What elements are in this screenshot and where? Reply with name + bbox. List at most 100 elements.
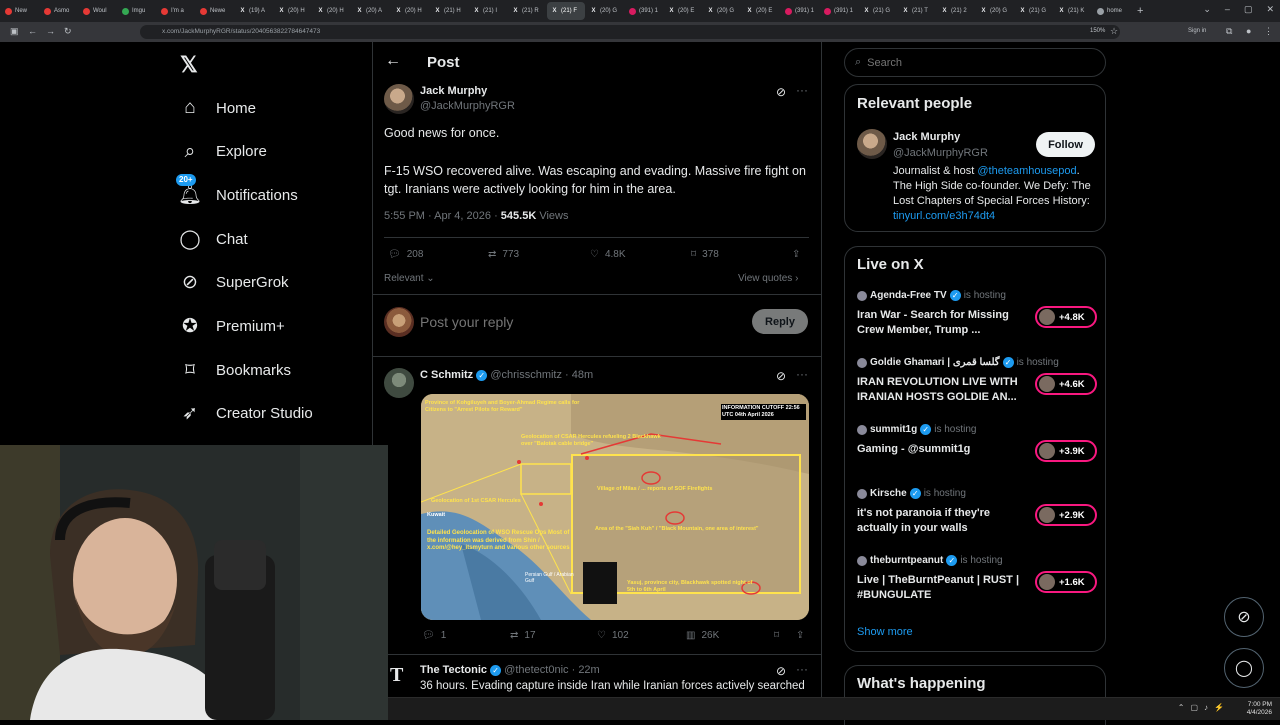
browser-tab[interactable]: X (20) H [391,2,429,20]
nav-item-home[interactable]: ⌂ Home [178,92,256,124]
extensions-icon[interactable]: ⧉ [1226,26,1232,37]
browser-tab[interactable]: X (20) G [976,2,1014,20]
person-name[interactable]: Jack Murphy [893,131,960,143]
reply-action[interactable]: 💬︎ 208 [388,249,423,260]
browser-tab[interactable]: X (20) H [313,2,351,20]
forward-icon[interactable]: → [46,26,55,36]
reply-avatar[interactable]: T [390,664,403,687]
views-action[interactable]: ▥ 26K [686,630,719,641]
browser-tab[interactable]: X (21) F [547,2,585,20]
browser-tab[interactable]: Woul [79,2,117,20]
profile-icon[interactable]: ● [1246,26,1251,36]
share-action[interactable]: ⇪ [796,630,804,641]
browser-tab[interactable]: X (21) H [430,2,468,20]
browser-tab[interactable]: X (21) R [508,2,546,20]
browser-tab[interactable]: (391) 1 [781,2,819,20]
back-icon[interactable]: ← [28,26,37,36]
live-listeners-badge[interactable]: +2.9K [1035,504,1097,526]
reload-icon[interactable]: ↻ [64,26,72,37]
show-more-link[interactable]: Show more [857,626,913,638]
browser-tab[interactable]: X (20) E [664,2,702,20]
post-author-name[interactable]: Jack Murphy [420,85,487,97]
live-listeners-badge[interactable]: +4.6K [1035,373,1097,395]
browser-tab[interactable]: X (21) K [1054,2,1092,20]
grok-icon[interactable]: ⊘ [776,369,786,383]
sort-dropdown[interactable]: Relevant ⌄ [384,273,435,284]
tray-icons[interactable]: ⌃▢♪⚡ [1178,703,1230,712]
bio-url-link[interactable]: tinyurl.com/e3h74dt4 [893,210,995,222]
reply-author-name[interactable]: C Schmitz [420,369,473,381]
browser-tab[interactable]: X (20) H [274,2,312,20]
view-quotes-link[interactable]: View quotes › [738,273,798,284]
chat-float-button[interactable]: ◯ [1224,648,1264,688]
reply-time[interactable]: · 48m [565,369,593,381]
live-item[interactable]: summit1g ✓ is hosting Gaming - @summit1g +3.… [857,424,1097,474]
zoom-level[interactable]: 150% [1087,28,1109,34]
url-field[interactable]: x.com/JackMurphyRGR/status/2040563822784… [140,25,1120,39]
live-host-name[interactable]: Goldie Ghamari | گلسا قمری [870,357,1000,368]
live-host-name[interactable]: theburntpeanut [870,555,943,566]
menu-icon[interactable]: ⋮ [1264,26,1273,37]
reply-input[interactable] [420,310,740,334]
x-logo-icon[interactable]: 𝕏 [180,52,198,78]
follow-button[interactable]: Follow [1036,132,1095,157]
grok-float-button[interactable]: ⊘ [1224,597,1264,637]
like-action[interactable]: ♡ 102 [597,630,629,641]
tab-search-icon[interactable]: ⌄ [1203,4,1211,15]
more-options-icon[interactable]: ··· [796,662,808,676]
live-host-name[interactable]: Kirsche [870,488,907,499]
post-author-handle[interactable]: @JackMurphyRGR [420,100,515,112]
browser-tab[interactable]: X (21) I [469,2,507,20]
minimize-icon[interactable]: – [1225,4,1230,15]
live-listeners-badge[interactable]: +3.9K [1035,440,1097,462]
reply-author-handle[interactable]: @chrisschmitz [490,369,562,381]
like-action[interactable]: ♡ 4.8K [590,249,626,260]
live-listeners-badge[interactable]: +1.6K [1035,571,1097,593]
repost-action[interactable]: ⇄ 773 [488,249,519,260]
browser-tab[interactable]: Asmo [40,2,78,20]
nav-item-notifications[interactable]: 🔔︎ 20+ Notifications [176,174,298,211]
browser-tab[interactable]: (391) 1 [820,2,858,20]
reply-avatar[interactable] [384,368,414,398]
browser-tab[interactable]: X (21) G [859,2,897,20]
browser-tab[interactable]: Imgu [118,2,156,20]
nav-item-explore[interactable]: ⌕ Explore [178,136,267,168]
nav-item-premium[interactable]: ✪ Premium+ [178,311,285,343]
nav-item-chat[interactable]: ◯ Chat [178,223,247,255]
browser-tab[interactable]: home [1093,2,1131,20]
person-handle[interactable]: @JackMurphyRGR [893,147,988,159]
star-icon[interactable]: ☆ [1110,26,1118,37]
live-item[interactable]: theburntpeanut ✓ is hosting Live | TheBurnt… [857,555,1097,605]
browser-tab[interactable]: (391) 1 [625,2,663,20]
new-tab-icon[interactable]: + [1137,5,1143,17]
sidebar-toggle-icon[interactable]: ▣ [10,26,19,37]
browser-tab[interactable]: X (19) A [235,2,273,20]
browser-tab[interactable]: Newe [196,2,234,20]
author-avatar[interactable] [384,84,414,114]
browser-tab[interactable]: X (20) E [742,2,780,20]
more-options-icon[interactable]: ··· [796,367,808,381]
bookmark-action[interactable]: ⌑ 378 [691,249,719,260]
reply-author-handle[interactable]: @thetect0nic [504,664,568,676]
reply-button[interactable]: Reply [752,309,808,334]
share-action[interactable]: ⇪ [792,249,800,260]
reply-time[interactable]: · 22m [572,664,600,676]
grok-icon[interactable]: ⊘ [776,664,786,678]
browser-tab[interactable]: X (21) T [898,2,936,20]
browser-tab[interactable]: X (21) 2 [937,2,975,20]
search-box[interactable]: ⌕ [844,48,1106,77]
grok-icon[interactable]: ⊘ [776,85,786,99]
nav-item-creator-studio[interactable]: ➶ Creator Studio [178,398,313,430]
browser-tab[interactable]: X (20) G [586,2,624,20]
browser-tab[interactable]: X (20) G [703,2,741,20]
live-item[interactable]: Agenda-Free TV ✓ is hosting Iran War - Sear… [857,290,1097,340]
browser-tab[interactable]: X (20) A [352,2,390,20]
back-arrow-icon[interactable]: ← [385,52,401,70]
search-input[interactable] [867,56,1068,69]
repost-action[interactable]: ⇄ 17 [510,630,536,641]
close-icon[interactable]: ✕ [1266,4,1274,15]
live-host-name[interactable]: summit1g [870,424,917,435]
browser-tab[interactable]: X (21) G [1015,2,1053,20]
post-timestamp[interactable]: 5:55 PM · Apr 4, 2026 · [384,210,498,222]
taskbar-clock[interactable]: 7:00 PM 4/4/2026 [1247,701,1272,717]
